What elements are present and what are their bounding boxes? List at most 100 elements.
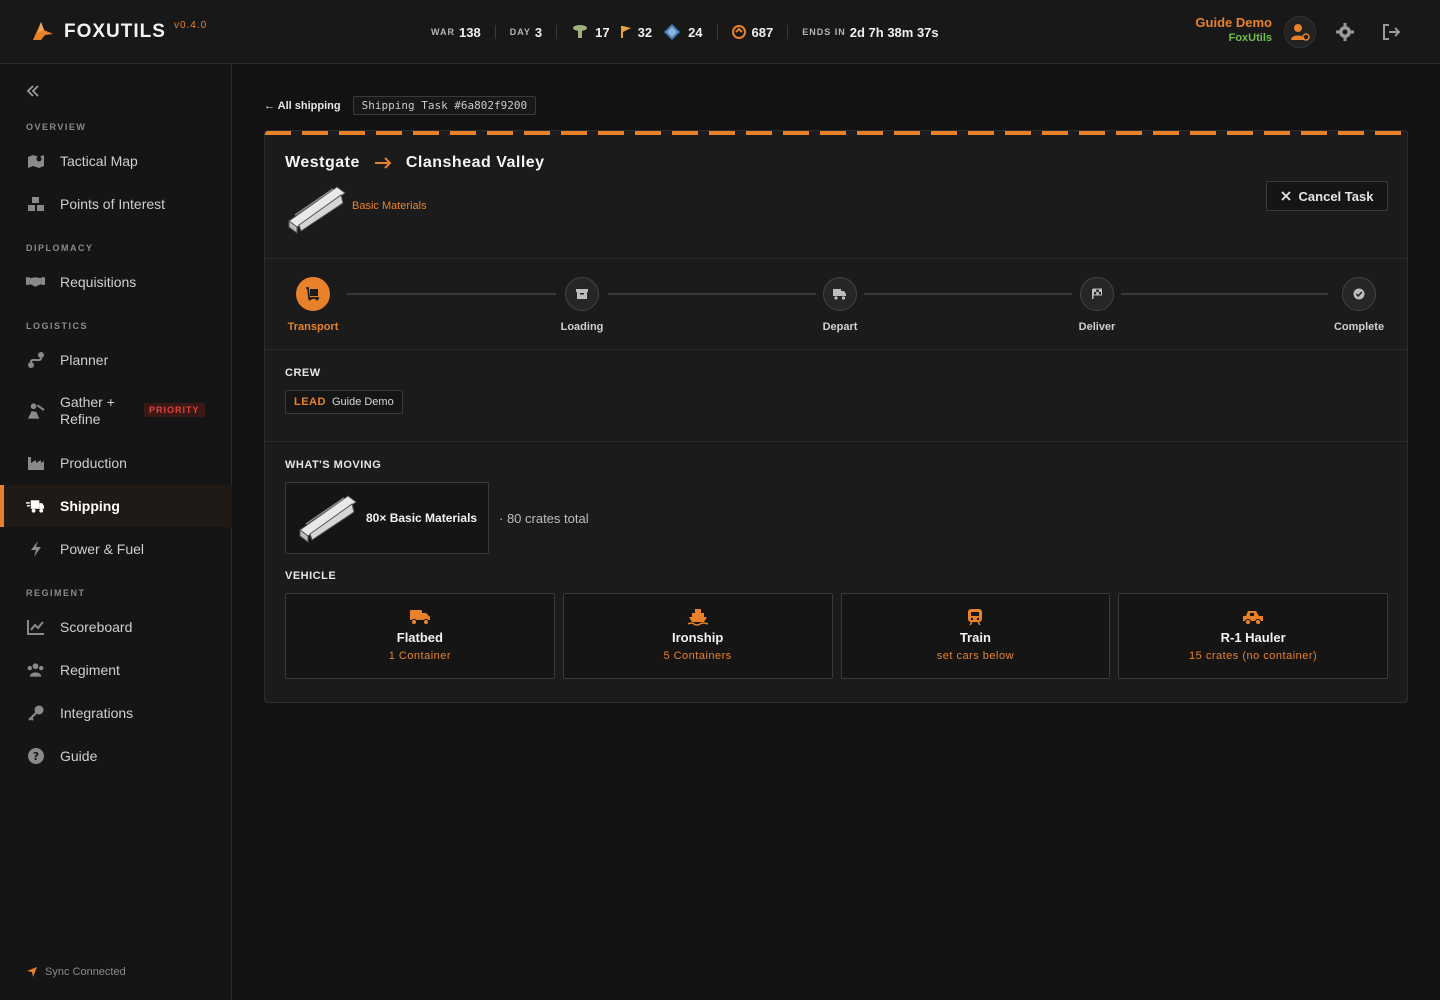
vehicle-option-r1-hauler[interactable]: R-1 Hauler 15 crates (no container) <box>1118 593 1388 679</box>
route-destination: Clanshead Valley <box>405 154 545 171</box>
sidebar-item-gather-refine[interactable]: Gather + Refine PRIORITY <box>0 390 232 432</box>
step-label: Loading <box>560 321 604 333</box>
sidebar-item-label: Shipping <box>60 498 120 514</box>
step-loading-circle <box>565 277 599 311</box>
step-complete[interactable]: Complete <box>1322 277 1396 333</box>
war-value: 138 <box>459 24 481 40</box>
section-logistics: LOGISTICS <box>26 321 89 331</box>
soldier-icon <box>573 25 588 38</box>
step-connector <box>1121 293 1328 295</box>
step-depart[interactable]: Depart <box>805 277 875 333</box>
crew-lead-chip[interactable]: LEAD Guide Demo <box>285 390 403 414</box>
close-icon <box>1280 191 1291 201</box>
vehicle-title: VEHICLE <box>285 570 337 582</box>
vehicle-capacity: set cars below <box>936 650 1015 662</box>
sidebar-item-tactical-map[interactable]: Tactical Map <box>0 140 232 182</box>
sidebar-item-shipping[interactable]: Shipping <box>0 485 232 527</box>
step-connector <box>864 293 1072 295</box>
day-value: 3 <box>534 24 543 40</box>
sidebar-item-label: Tactical Map <box>60 153 138 169</box>
sidebar-item-regiment[interactable]: Regiment <box>0 649 232 691</box>
step-deliver-circle <box>1080 277 1114 311</box>
war-timer: ENDS IN 2d 7h 38m 37s <box>802 25 938 40</box>
check-circle-icon <box>1353 288 1365 300</box>
sidebar-item-label: Planner <box>60 352 109 368</box>
collapse-sidebar-button[interactable] <box>26 84 40 98</box>
vehicle-name: Ironship <box>671 630 724 645</box>
train-icon <box>968 609 983 626</box>
cargo-item: 80× Basic Materials <box>285 482 489 554</box>
brand[interactable]: FOXUTILS v0.4.0 <box>30 18 207 49</box>
truck-icon <box>409 610 430 626</box>
step-connector <box>347 293 556 295</box>
users-icon <box>26 661 45 680</box>
app-name: FOXUTILS <box>64 21 166 42</box>
boxes-icon <box>26 195 45 214</box>
stat-d-value: 687 <box>751 24 774 40</box>
step-depart-circle <box>823 277 857 311</box>
dolly-icon <box>306 287 319 301</box>
sidebar-item-planner[interactable]: Planner <box>0 339 232 381</box>
back-to-all-shipping-link[interactable]: ← All shipping <box>264 100 341 112</box>
vehicle-options: Flatbed 1 Container Ironship 5 Container… <box>285 593 1388 679</box>
vehicle-capacity: 1 Container <box>388 650 452 662</box>
avatar[interactable] <box>1284 16 1316 48</box>
step-transport-circle <box>296 277 330 311</box>
step-transport[interactable]: Transport <box>279 277 347 333</box>
vehicle-option-ironship[interactable]: Ironship 5 Containers <box>562 593 833 679</box>
divider <box>265 258 1407 259</box>
map-icon <box>26 152 45 171</box>
logout-button[interactable] <box>1380 21 1402 43</box>
miner-icon <box>26 402 45 421</box>
user-info[interactable]: Guide Demo FoxUtils <box>1195 15 1272 44</box>
priority-badge: PRIORITY <box>144 403 205 417</box>
factory-icon <box>26 454 45 473</box>
cargo-type: Basic Materials <box>352 200 427 212</box>
checkered-flag-icon <box>1092 288 1102 299</box>
casualties-stat: 17 <box>571 24 610 40</box>
step-deliver[interactable]: Deliver <box>1062 277 1132 333</box>
shipping-task-card: Westgate Clanshead Valley Basic Material… <box>264 130 1408 703</box>
sidebar-item-label: Integrations <box>60 705 134 721</box>
sidebar-item-power-fuel[interactable]: Power & Fuel <box>0 528 232 570</box>
bolt-icon <box>26 540 45 559</box>
route-title: Westgate Clanshead Valley <box>285 154 545 172</box>
logout-icon <box>1383 24 1401 40</box>
vehicle-option-flatbed[interactable]: Flatbed 1 Container <box>285 593 555 679</box>
stat-b-value: 32 <box>637 24 653 40</box>
step-complete-circle <box>1342 277 1376 311</box>
progress-steps: Transport Loading Depart Deliver Complet… <box>285 277 1389 337</box>
divider <box>265 349 1407 350</box>
gear-icon <box>1336 23 1354 41</box>
sidebar-item-points-of-interest[interactable]: Points of Interest <box>0 183 232 225</box>
warden-crest-icon <box>664 24 681 40</box>
sidebar-item-integrations[interactable]: Integrations <box>0 692 232 734</box>
fox-logo-icon <box>30 18 56 49</box>
step-label: Deliver <box>1078 321 1116 333</box>
sidebar-item-scoreboard[interactable]: Scoreboard <box>0 606 232 648</box>
sidebar-item-label: Guide <box>60 748 98 764</box>
crew-lead-label: LEAD <box>294 396 326 408</box>
vehicle-option-train[interactable]: Train set cars below <box>840 593 1111 679</box>
war-stat: WAR 138 <box>431 25 481 40</box>
supply-icon <box>731 25 746 39</box>
section-diplomacy: DIPLOMACY <box>26 243 94 253</box>
flags-stat: 32 <box>620 25 652 40</box>
sidebar-item-requisitions[interactable]: Requisitions <box>0 261 232 303</box>
step-loading[interactable]: Loading <box>547 277 617 333</box>
send-icon <box>27 967 37 977</box>
day-stat: DAY 3 <box>510 25 542 40</box>
sidebar-item-production[interactable]: Production <box>0 442 232 484</box>
warden-stat: 24 <box>662 23 703 41</box>
whats-moving-title: WHAT'S MOVING <box>285 459 382 471</box>
route-icon <box>26 351 45 370</box>
sidebar-item-guide[interactable]: ? Guide <box>0 735 232 777</box>
cancel-task-button[interactable]: Cancel Task <box>1266 181 1388 211</box>
stat-c-value: 24 <box>688 24 703 40</box>
chart-line-icon <box>26 618 45 637</box>
user-org: FoxUtils <box>1228 32 1272 44</box>
vehicle-name: Flatbed <box>396 630 443 645</box>
settings-button[interactable] <box>1334 21 1356 43</box>
sidebar: OVERVIEW Tactical Map Points of Interest… <box>0 64 232 1000</box>
crew-title: CREW <box>285 367 321 379</box>
